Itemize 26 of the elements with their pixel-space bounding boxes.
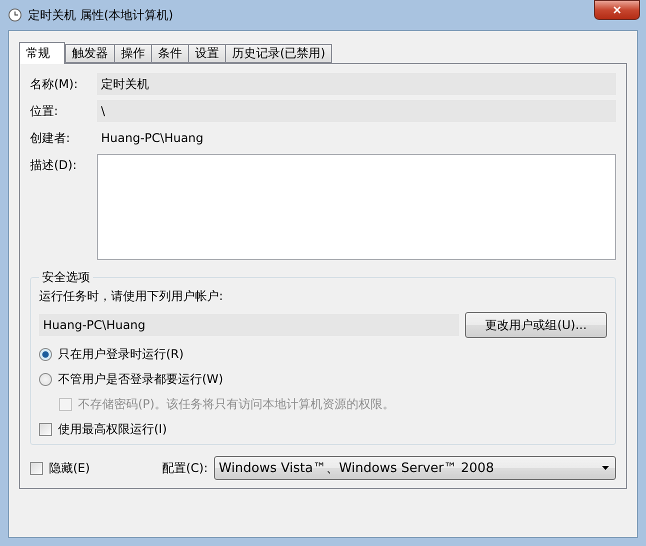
close-button[interactable]: ✕: [594, 0, 640, 20]
config-label: 配置(C):: [162, 460, 208, 476]
option-label: 不管用户是否登录都要运行(W): [58, 370, 224, 388]
tab[interactable]: 条件: [151, 44, 189, 63]
option-label: 隐藏(E): [49, 460, 90, 476]
text-field[interactable]: \: [97, 100, 616, 122]
option-label: 只在用户登录时运行(R): [58, 346, 184, 362]
account-prompt: 运行任务时，请使用下列用户帐户:: [39, 288, 224, 305]
field-label: 名称(M):: [30, 76, 79, 93]
option-label: 不存储密码(P)。该任务将只有访问本地计算机资源的权限。: [78, 396, 395, 412]
tab[interactable]: 设置: [188, 44, 226, 63]
change-user-button[interactable]: 更改用户或组(U)...: [465, 312, 607, 338]
text-field[interactable]: 定时关机: [97, 73, 616, 95]
author-value: Huang-PC\Huang: [100, 130, 204, 147]
option-label: 使用最高权限运行(I): [58, 420, 167, 438]
config-dropdown[interactable]: Windows Vista™、Windows Server™ 2008: [214, 456, 616, 480]
field-label: 创建者:: [30, 130, 72, 147]
tab[interactable]: 历史记录(已禁用): [225, 44, 332, 63]
group-title: 安全选项: [41, 269, 91, 286]
field-label: 描述(D):: [30, 157, 78, 174]
tab[interactable]: 操作: [114, 44, 152, 63]
field-label: 位置:: [30, 103, 60, 120]
window-title: 定时关机 属性(本地计算机): [28, 6, 174, 24]
tab[interactable]: 常规: [19, 42, 65, 64]
tab[interactable]: 触发器: [65, 44, 115, 63]
account-field[interactable]: Huang-PC\Huang: [39, 314, 459, 336]
